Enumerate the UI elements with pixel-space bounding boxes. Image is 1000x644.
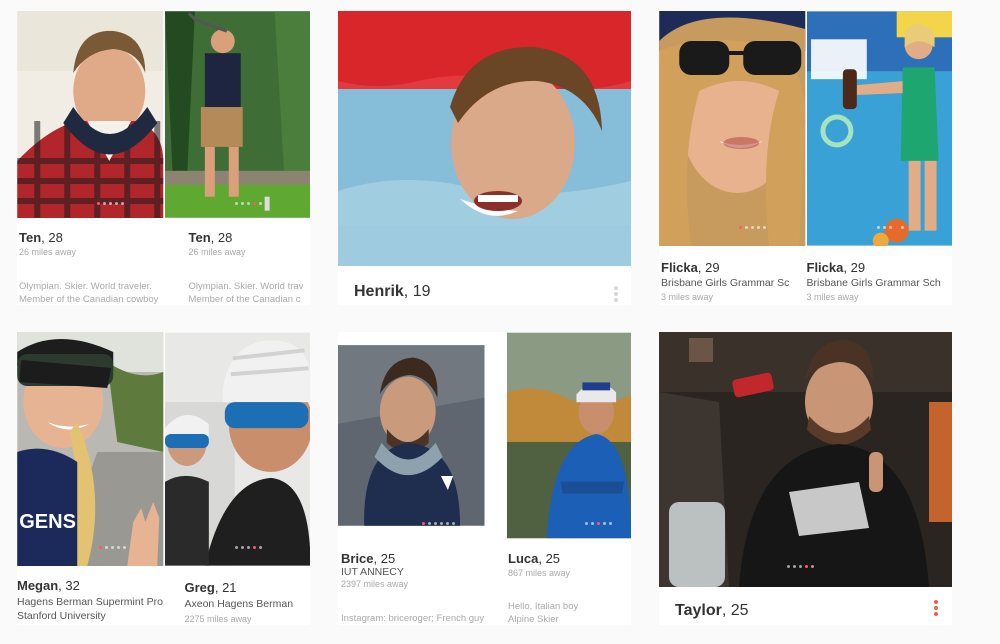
profile-bio-line-1: Hello. Italian boy <box>508 601 579 612</box>
profile-pane-right[interactable]: Luca, 25 867 miles away Hello. Italian b… <box>506 332 631 625</box>
profile-card-henrik[interactable]: Henrik, 19 <box>338 11 631 305</box>
profile-pane-right[interactable]: Flicka, 29 Brisbane Girls Grammar Sch 3 … <box>805 11 952 305</box>
profile-card-megan-greg[interactable]: GENS Megan, 32 Hagens Berman Supermint P… <box>17 332 310 625</box>
profile-card-brice-luca[interactable]: Brice, 25 IUT ANNECY 2397 miles away Ins… <box>338 332 631 625</box>
profile-photo <box>806 11 952 246</box>
profile-photo <box>659 332 952 587</box>
profile-name-age: Ten, 28 <box>19 230 63 245</box>
profile-info: Flicka, 29 Brisbane Girls Grammar Sc 3 m… <box>659 246 806 305</box>
profile-pane-left[interactable]: Brice, 25 IUT ANNECY 2397 miles away Ins… <box>338 332 485 625</box>
profile-pane-left[interactable]: Ten, 28 26 miles away Olympian. Skier. W… <box>17 11 164 305</box>
profile-name-age: Megan, 32 <box>17 578 80 593</box>
profile-card-ten[interactable]: Ten, 28 26 miles away Olympian. Skier. W… <box>17 11 310 305</box>
profile-school: IUT ANNECY <box>341 566 404 578</box>
profile-school: Stanford University <box>17 610 106 622</box>
profile-grid: Ten, 28 26 miles away Olympian. Skier. W… <box>0 0 1000 644</box>
profile-info: Henrik, 19 <box>338 266 631 305</box>
profile-distance: 26 miles away <box>19 247 77 257</box>
profile-work: Axeon Hagens Berman <box>184 598 294 610</box>
photo-pagination-dots <box>99 546 126 549</box>
profile-info: Luca, 25 867 miles away Hello. Italian b… <box>507 539 631 625</box>
profile-bio: Instagram: briceroger; French guy <box>341 613 485 624</box>
profile-photo <box>164 332 310 566</box>
profile-distance: 2397 miles away <box>341 579 409 589</box>
profile-photo <box>338 11 631 266</box>
profile-bio-line-2: Alpine Skier <box>508 614 559 625</box>
profile-name-age: Greg, 21 <box>184 580 237 595</box>
profile-pane-right[interactable]: Greg, 21 Axeon Hagens Berman 2275 miles … <box>163 332 310 625</box>
profile-pane-left[interactable]: Flicka, 29 Brisbane Girls Grammar Sc 3 m… <box>659 11 806 305</box>
photo-pagination-dots <box>585 522 612 525</box>
profile-work: Hagens Berman Supermint Pro <box>17 596 163 608</box>
profile-photo <box>164 11 310 218</box>
profile-photo <box>507 332 631 539</box>
profile-info: Megan, 32 Hagens Berman Supermint Pro St… <box>17 566 164 625</box>
photo-pagination-dots <box>739 226 766 229</box>
profile-name-age: Henrik, 19 <box>354 283 431 300</box>
profile-bio-line-2: Member of the Canadian cowboy <box>19 294 159 305</box>
profile-bio-line-1: Olympian. Skier. World trav <box>188 281 304 292</box>
profile-distance: 867 miles away <box>508 568 571 578</box>
profile-photo: GENS <box>17 332 164 566</box>
profile-name-age: Luca, 25 <box>508 551 561 566</box>
profile-distance: 2275 miles away <box>184 614 252 624</box>
profile-card-flicka[interactable]: Flicka, 29 Brisbane Girls Grammar Sc 3 m… <box>659 11 952 305</box>
profile-distance: 3 miles away <box>661 292 714 302</box>
photo-pagination-dots <box>97 202 124 205</box>
profile-info: Brice, 25 IUT ANNECY 2397 miles away Ins… <box>338 539 485 625</box>
profile-school: Brisbane Girls Grammar Sch <box>806 277 941 289</box>
photo-pagination-dots <box>787 565 814 568</box>
photo-pagination-dots <box>234 202 262 205</box>
photo-pagination-dots <box>876 226 904 229</box>
profile-pane-left[interactable]: GENS Megan, 32 Hagens Berman Supermint P… <box>17 332 164 625</box>
profile-distance: 3 miles away <box>806 292 859 302</box>
svg-text:GENS: GENS <box>19 511 76 533</box>
profile-name-age: Flicka, 29 <box>661 260 720 275</box>
photo-pagination-dots <box>422 522 455 525</box>
profile-name-age: Ten, 28 <box>188 230 233 245</box>
more-options-icon[interactable] <box>614 286 618 302</box>
profile-photo <box>659 11 806 246</box>
profile-card-taylor[interactable]: Taylor, 25 <box>659 332 952 625</box>
photo-pagination-dots <box>234 546 262 549</box>
profile-info: Ten, 28 26 miles away Olympian. Skier. W… <box>17 218 164 305</box>
profile-photo <box>338 345 485 526</box>
profile-name-age: Flicka, 29 <box>806 260 866 275</box>
profile-info: Taylor, 25 <box>659 587 952 625</box>
profile-name-age: Taylor, 25 <box>675 602 749 619</box>
profile-bio-line-2: Member of the Canadian c <box>188 294 301 305</box>
profile-info: Greg, 21 Axeon Hagens Berman 2275 miles … <box>164 566 310 625</box>
profile-photo <box>17 11 164 218</box>
profile-name-age: Brice, 25 <box>341 551 396 566</box>
profile-info: Ten, 28 26 miles away Olympian. Skier. W… <box>164 218 310 305</box>
profile-distance: 26 miles away <box>188 247 246 257</box>
profile-info: Flicka, 29 Brisbane Girls Grammar Sch 3 … <box>806 246 952 305</box>
profile-pane-right[interactable]: Ten, 28 26 miles away Olympian. Skier. W… <box>163 11 310 305</box>
profile-bio-line-1: Olympian. Skier. World traveler. <box>19 281 152 292</box>
profile-school: Brisbane Girls Grammar Sc <box>661 277 790 289</box>
more-options-icon[interactable] <box>934 600 938 616</box>
